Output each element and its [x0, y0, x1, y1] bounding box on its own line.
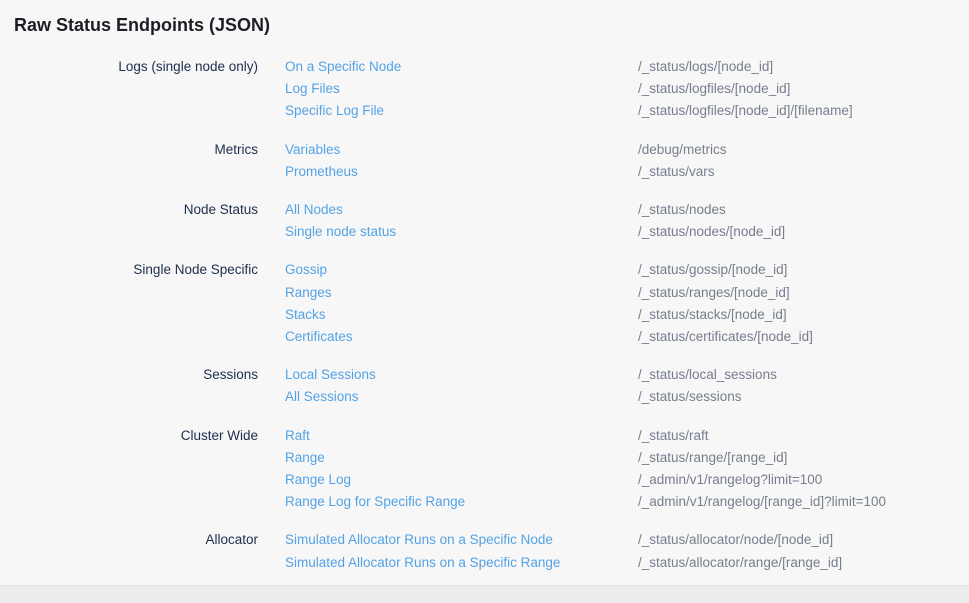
- endpoint-row: Range /_status/range/[range_id]: [285, 447, 969, 469]
- bottom-divider: [0, 585, 969, 603]
- endpoint-section: Single Node Specific Gossip /_status/gos…: [0, 259, 969, 348]
- endpoint-row: Prometheus /_status/vars: [285, 161, 969, 183]
- endpoint-path: /_status/certificates/[node_id]: [638, 326, 969, 348]
- endpoint-link[interactable]: Variables: [285, 139, 638, 161]
- category-label: Sessions: [0, 364, 285, 408]
- endpoint-section: Sessions Local Sessions /_status/local_s…: [0, 364, 969, 408]
- endpoint-section: Cluster Wide Raft /_status/raft Range /_…: [0, 425, 969, 514]
- page-title: Raw Status Endpoints (JSON): [0, 0, 969, 37]
- endpoint-link[interactable]: Certificates: [285, 326, 638, 348]
- endpoint-link[interactable]: Gossip: [285, 259, 638, 281]
- endpoint-row: Stacks /_status/stacks/[node_id]: [285, 304, 969, 326]
- endpoint-sections: Logs (single node only) On a Specific No…: [0, 56, 969, 574]
- endpoint-section: Node Status All Nodes /_status/nodes Sin…: [0, 199, 969, 243]
- endpoint-link[interactable]: Simulated Allocator Runs on a Specific N…: [285, 529, 638, 551]
- endpoint-path: /_status/logfiles/[node_id]: [638, 78, 969, 100]
- endpoint-rows: Gossip /_status/gossip/[node_id] Ranges …: [285, 259, 969, 348]
- endpoint-link[interactable]: Log Files: [285, 78, 638, 100]
- endpoint-link[interactable]: Prometheus: [285, 161, 638, 183]
- endpoint-rows: Raft /_status/raft Range /_status/range/…: [285, 425, 969, 514]
- endpoint-rows: Variables /debug/metrics Prometheus /_st…: [285, 139, 969, 183]
- category-label: Single Node Specific: [0, 259, 285, 348]
- endpoint-rows: On a Specific Node /_status/logs/[node_i…: [285, 56, 969, 123]
- endpoint-row: On a Specific Node /_status/logs/[node_i…: [285, 56, 969, 78]
- endpoint-rows: All Nodes /_status/nodes Single node sta…: [285, 199, 969, 243]
- endpoint-row: Single node status /_status/nodes/[node_…: [285, 221, 969, 243]
- endpoint-link[interactable]: Local Sessions: [285, 364, 638, 386]
- endpoint-link[interactable]: On a Specific Node: [285, 56, 638, 78]
- endpoint-link[interactable]: Raft: [285, 425, 638, 447]
- endpoint-section: Metrics Variables /debug/metrics Prometh…: [0, 139, 969, 183]
- endpoint-path: /_status/gossip/[node_id]: [638, 259, 969, 281]
- endpoint-row: Simulated Allocator Runs on a Specific N…: [285, 529, 969, 551]
- endpoint-section: Allocator Simulated Allocator Runs on a …: [0, 529, 969, 573]
- endpoint-path: /_status/nodes/[node_id]: [638, 221, 969, 243]
- endpoint-path: /_status/logfiles/[node_id]/[filename]: [638, 100, 969, 122]
- endpoint-link[interactable]: Simulated Allocator Runs on a Specific R…: [285, 552, 638, 574]
- endpoint-link[interactable]: All Nodes: [285, 199, 638, 221]
- endpoint-path: /_admin/v1/rangelog?limit=100: [638, 469, 969, 491]
- endpoint-path: /_status/stacks/[node_id]: [638, 304, 969, 326]
- endpoint-row: Raft /_status/raft: [285, 425, 969, 447]
- endpoint-row: All Sessions /_status/sessions: [285, 386, 969, 408]
- endpoint-path: /_status/nodes: [638, 199, 969, 221]
- endpoint-link[interactable]: Range: [285, 447, 638, 469]
- category-label: Logs (single node only): [0, 56, 285, 123]
- endpoint-path: /_status/local_sessions: [638, 364, 969, 386]
- endpoint-path: /debug/metrics: [638, 139, 969, 161]
- endpoint-path: /_admin/v1/rangelog/[range_id]?limit=100: [638, 491, 969, 513]
- endpoint-path: /_status/sessions: [638, 386, 969, 408]
- endpoint-row: Range Log /_admin/v1/rangelog?limit=100: [285, 469, 969, 491]
- endpoint-path: /_status/ranges/[node_id]: [638, 282, 969, 304]
- endpoint-row: Local Sessions /_status/local_sessions: [285, 364, 969, 386]
- endpoint-path: /_status/vars: [638, 161, 969, 183]
- endpoint-link[interactable]: Specific Log File: [285, 100, 638, 122]
- endpoint-row: Specific Log File /_status/logfiles/[nod…: [285, 100, 969, 122]
- endpoint-link[interactable]: Single node status: [285, 221, 638, 243]
- endpoint-row: Gossip /_status/gossip/[node_id]: [285, 259, 969, 281]
- endpoint-link[interactable]: Range Log: [285, 469, 638, 491]
- category-label: Cluster Wide: [0, 425, 285, 514]
- endpoint-rows: Local Sessions /_status/local_sessions A…: [285, 364, 969, 408]
- endpoint-rows: Simulated Allocator Runs on a Specific N…: [285, 529, 969, 573]
- endpoint-row: Range Log for Specific Range /_admin/v1/…: [285, 491, 969, 513]
- endpoint-row: Ranges /_status/ranges/[node_id]: [285, 282, 969, 304]
- endpoint-link[interactable]: All Sessions: [285, 386, 638, 408]
- category-label: Allocator: [0, 529, 285, 573]
- endpoint-link[interactable]: Stacks: [285, 304, 638, 326]
- endpoint-row: Log Files /_status/logfiles/[node_id]: [285, 78, 969, 100]
- endpoint-path: /_status/logs/[node_id]: [638, 56, 969, 78]
- endpoint-path: /_status/range/[range_id]: [638, 447, 969, 469]
- category-label: Metrics: [0, 139, 285, 183]
- category-label: Node Status: [0, 199, 285, 243]
- endpoint-section: Logs (single node only) On a Specific No…: [0, 56, 969, 123]
- endpoint-row: Certificates /_status/certificates/[node…: [285, 326, 969, 348]
- endpoint-path: /_status/allocator/range/[range_id]: [638, 552, 969, 574]
- endpoint-link[interactable]: Ranges: [285, 282, 638, 304]
- endpoint-path: /_status/raft: [638, 425, 969, 447]
- endpoint-row: Variables /debug/metrics: [285, 139, 969, 161]
- endpoint-path: /_status/allocator/node/[node_id]: [638, 529, 969, 551]
- endpoint-row: Simulated Allocator Runs on a Specific R…: [285, 552, 969, 574]
- debug-endpoints-page: Raw Status Endpoints (JSON) Logs (single…: [0, 0, 969, 574]
- endpoint-link[interactable]: Range Log for Specific Range: [285, 491, 638, 513]
- endpoint-row: All Nodes /_status/nodes: [285, 199, 969, 221]
